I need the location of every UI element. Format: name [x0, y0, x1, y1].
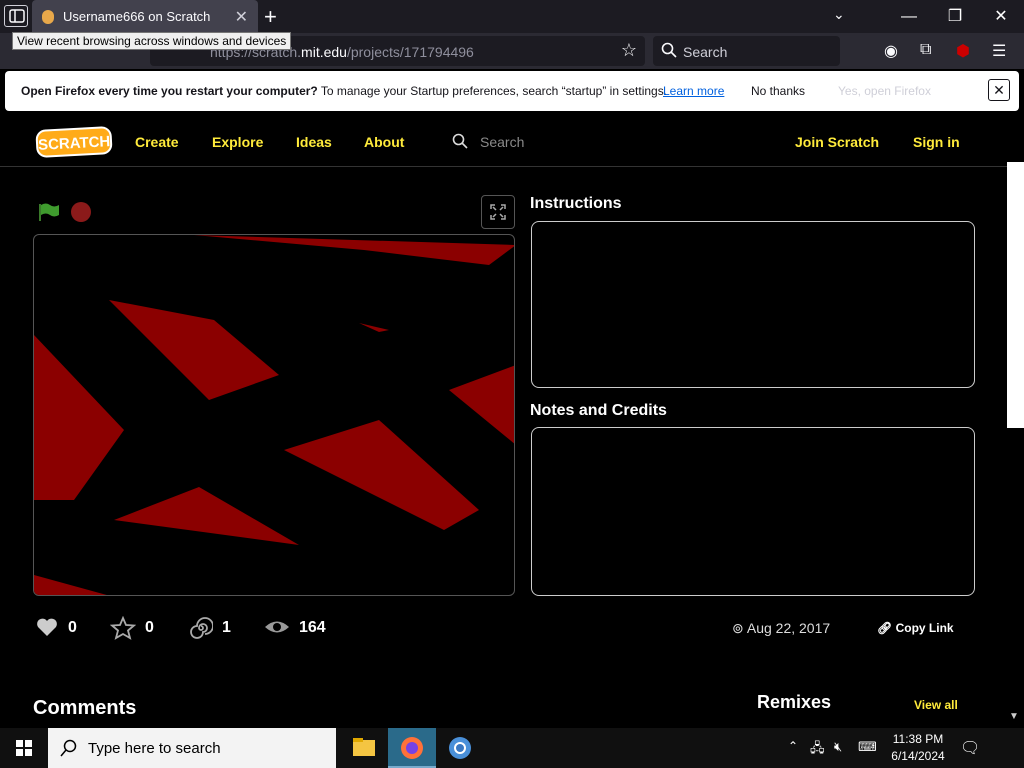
startup-notification: Open Firefox every time you restart your… [5, 71, 1019, 111]
firefox-taskbar-icon[interactable] [388, 728, 436, 768]
minimize-icon[interactable]: — [886, 0, 932, 33]
scratch-favicon-icon [42, 10, 54, 24]
bookmark-star-icon[interactable]: ☆ [621, 40, 637, 61]
fullscreen-button[interactable] [481, 195, 515, 229]
file-explorer-icon[interactable] [340, 728, 388, 768]
search-placeholder: Search [683, 44, 728, 60]
fullscreen-icon [490, 204, 506, 220]
instructions-box [531, 221, 975, 388]
stage-artwork [34, 235, 514, 595]
start-button[interactable] [0, 728, 48, 768]
taskbar-search-input[interactable]: Type here to search [48, 728, 336, 768]
project-stage[interactable] [33, 234, 515, 596]
view-count: 164 [299, 619, 326, 636]
search-icon [60, 739, 77, 757]
yes-open-firefox-button[interactable]: Yes, open Firefox [838, 84, 931, 98]
instructions-title: Instructions [530, 195, 622, 212]
scratch-search-input[interactable]: Search [480, 134, 524, 150]
firefox-view-icon [9, 9, 25, 23]
notes-title: Notes and Credits [530, 402, 667, 419]
notifications-icon[interactable]: 🗨︎ [960, 738, 980, 758]
nav-explore[interactable]: Explore [212, 134, 263, 150]
scratch-header: SCRATCH Create Explore Ideas About Searc… [0, 117, 1024, 167]
notification-message: Open Firefox every time you restart your… [21, 84, 668, 98]
nav-about[interactable]: About [364, 134, 404, 150]
nav-create[interactable]: Create [135, 134, 179, 150]
search-icon [452, 133, 468, 149]
clock[interactable]: 11:38 PM 6/14/2024 [890, 731, 946, 765]
search-icon [661, 42, 677, 58]
ublock-icon[interactable]: ⬢ [956, 41, 970, 61]
view-all-link[interactable]: View all [914, 698, 958, 712]
firefox-view-button[interactable] [4, 5, 28, 27]
new-tab-icon[interactable]: + [264, 4, 277, 30]
taskbar-search-placeholder: Type here to search [88, 740, 221, 757]
show-hidden-icons-icon[interactable]: ⌃ [788, 739, 798, 753]
window-close-icon[interactable]: ✕ [978, 0, 1024, 33]
love-count: 0 [68, 619, 77, 636]
scrollbar-thumb[interactable] [1007, 162, 1024, 428]
remix-spiral-icon [190, 617, 213, 639]
keyboard-icon[interactable]: ⌨ [858, 739, 877, 755]
chrome-taskbar-icon[interactable] [436, 728, 484, 768]
list-all-tabs-icon[interactable]: ⌄ [833, 6, 845, 23]
scratch-logo[interactable]: SCRATCH [35, 126, 113, 158]
notes-box [531, 427, 975, 596]
remix-count: 1 [222, 619, 231, 636]
tooltip: View recent browsing across windows and … [12, 32, 292, 50]
windows-taskbar: Type here to search ⌃ 🖧︎ 🔇︎ ⌨ 11:38 PM 6/… [0, 728, 1024, 768]
stop-icon[interactable] [71, 202, 91, 222]
network-icon[interactable]: 🖧︎ [810, 739, 825, 761]
tab-title: Username666 on Scratch [63, 9, 211, 24]
love-icon[interactable] [35, 616, 59, 638]
tab-close-icon[interactable]: ✕ [235, 7, 248, 27]
restore-icon[interactable]: ❐ [932, 0, 978, 33]
green-flag-icon[interactable] [38, 202, 60, 222]
tab-active[interactable]: Username666 on Scratch ✕ [32, 0, 258, 33]
windows-logo-icon [16, 740, 32, 756]
account-icon[interactable]: ◉ [884, 41, 898, 61]
comments-title: Comments [33, 697, 137, 719]
no-thanks-button[interactable]: No thanks [751, 84, 805, 98]
favorite-count: 0 [145, 619, 154, 636]
nav-ideas[interactable]: Ideas [296, 134, 332, 150]
scroll-down-icon[interactable]: ▼ [1009, 711, 1019, 722]
sign-in-link[interactable]: Sign in [913, 134, 960, 150]
join-scratch-link[interactable]: Join Scratch [795, 134, 879, 150]
views-eye-icon [265, 621, 289, 633]
menu-icon[interactable]: ☰ [992, 41, 1006, 61]
browser-search-input[interactable]: Search [653, 36, 840, 66]
learn-more-link[interactable]: Learn more [663, 84, 724, 98]
browser-tab-bar: Username666 on Scratch ✕ + ⌄ — ❐ ✕ [0, 0, 1024, 33]
notification-close-icon[interactable]: ✕ [988, 79, 1010, 101]
remixes-title: Remixes [757, 692, 832, 712]
volume-icon[interactable]: 🔇︎ [834, 739, 842, 755]
copy-link-button[interactable]: 🔗︎ Copy Link [877, 621, 954, 635]
share-date: ⊚ Aug 22, 2017 [732, 620, 831, 636]
favorite-star-icon[interactable] [110, 616, 136, 640]
extensions-icon[interactable]: ⧉ [920, 41, 931, 59]
